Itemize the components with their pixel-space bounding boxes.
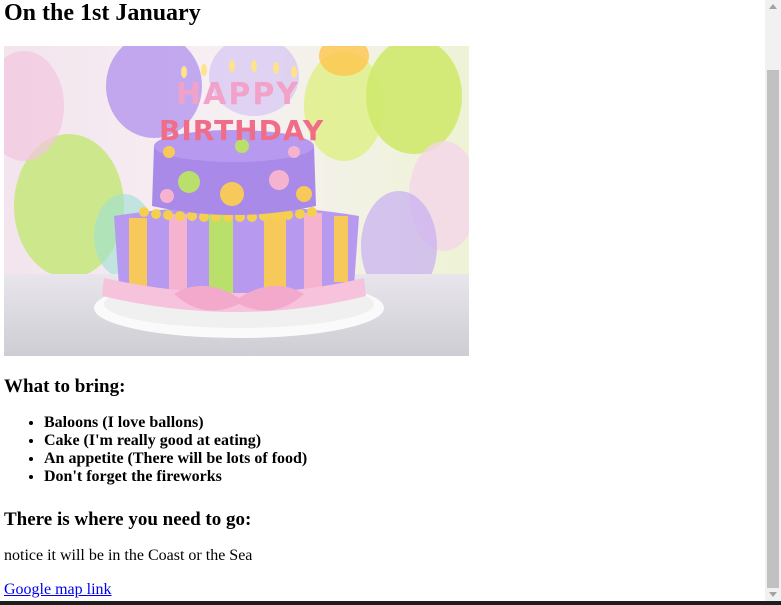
- list-item: An appetite (There will be lots of food): [44, 450, 307, 468]
- scroll-up-arrow-icon[interactable]: [769, 4, 777, 9]
- cake-text-birthday: BIRTHDAY: [159, 114, 324, 147]
- location-heading: There is where you need to go:: [4, 509, 252, 530]
- page: On the 1st January HAPPY BIRTHDAY What t…: [0, 0, 765, 601]
- list-item: Cake (I'm really good at eating): [44, 432, 307, 450]
- vertical-scrollbar[interactable]: [765, 0, 781, 601]
- bring-list: Baloons (I love ballons) Cake (I'm reall…: [0, 414, 307, 486]
- list-item: Don't forget the fireworks: [44, 468, 307, 486]
- cake-text-happy: HAPPY: [176, 77, 300, 112]
- scroll-down-arrow-icon[interactable]: [769, 592, 777, 597]
- list-item: Baloons (I love ballons): [44, 414, 307, 432]
- birthday-cake-image: HAPPY BIRTHDAY: [4, 46, 469, 356]
- location-note: notice it will be in the Coast or the Se…: [4, 547, 253, 564]
- scrollbar-thumb[interactable]: [767, 70, 779, 588]
- what-to-bring-heading: What to bring:: [4, 376, 126, 397]
- google-map-link[interactable]: Google map link: [4, 581, 112, 599]
- bottom-border: [0, 601, 781, 605]
- page-title: On the 1st January: [4, 0, 201, 26]
